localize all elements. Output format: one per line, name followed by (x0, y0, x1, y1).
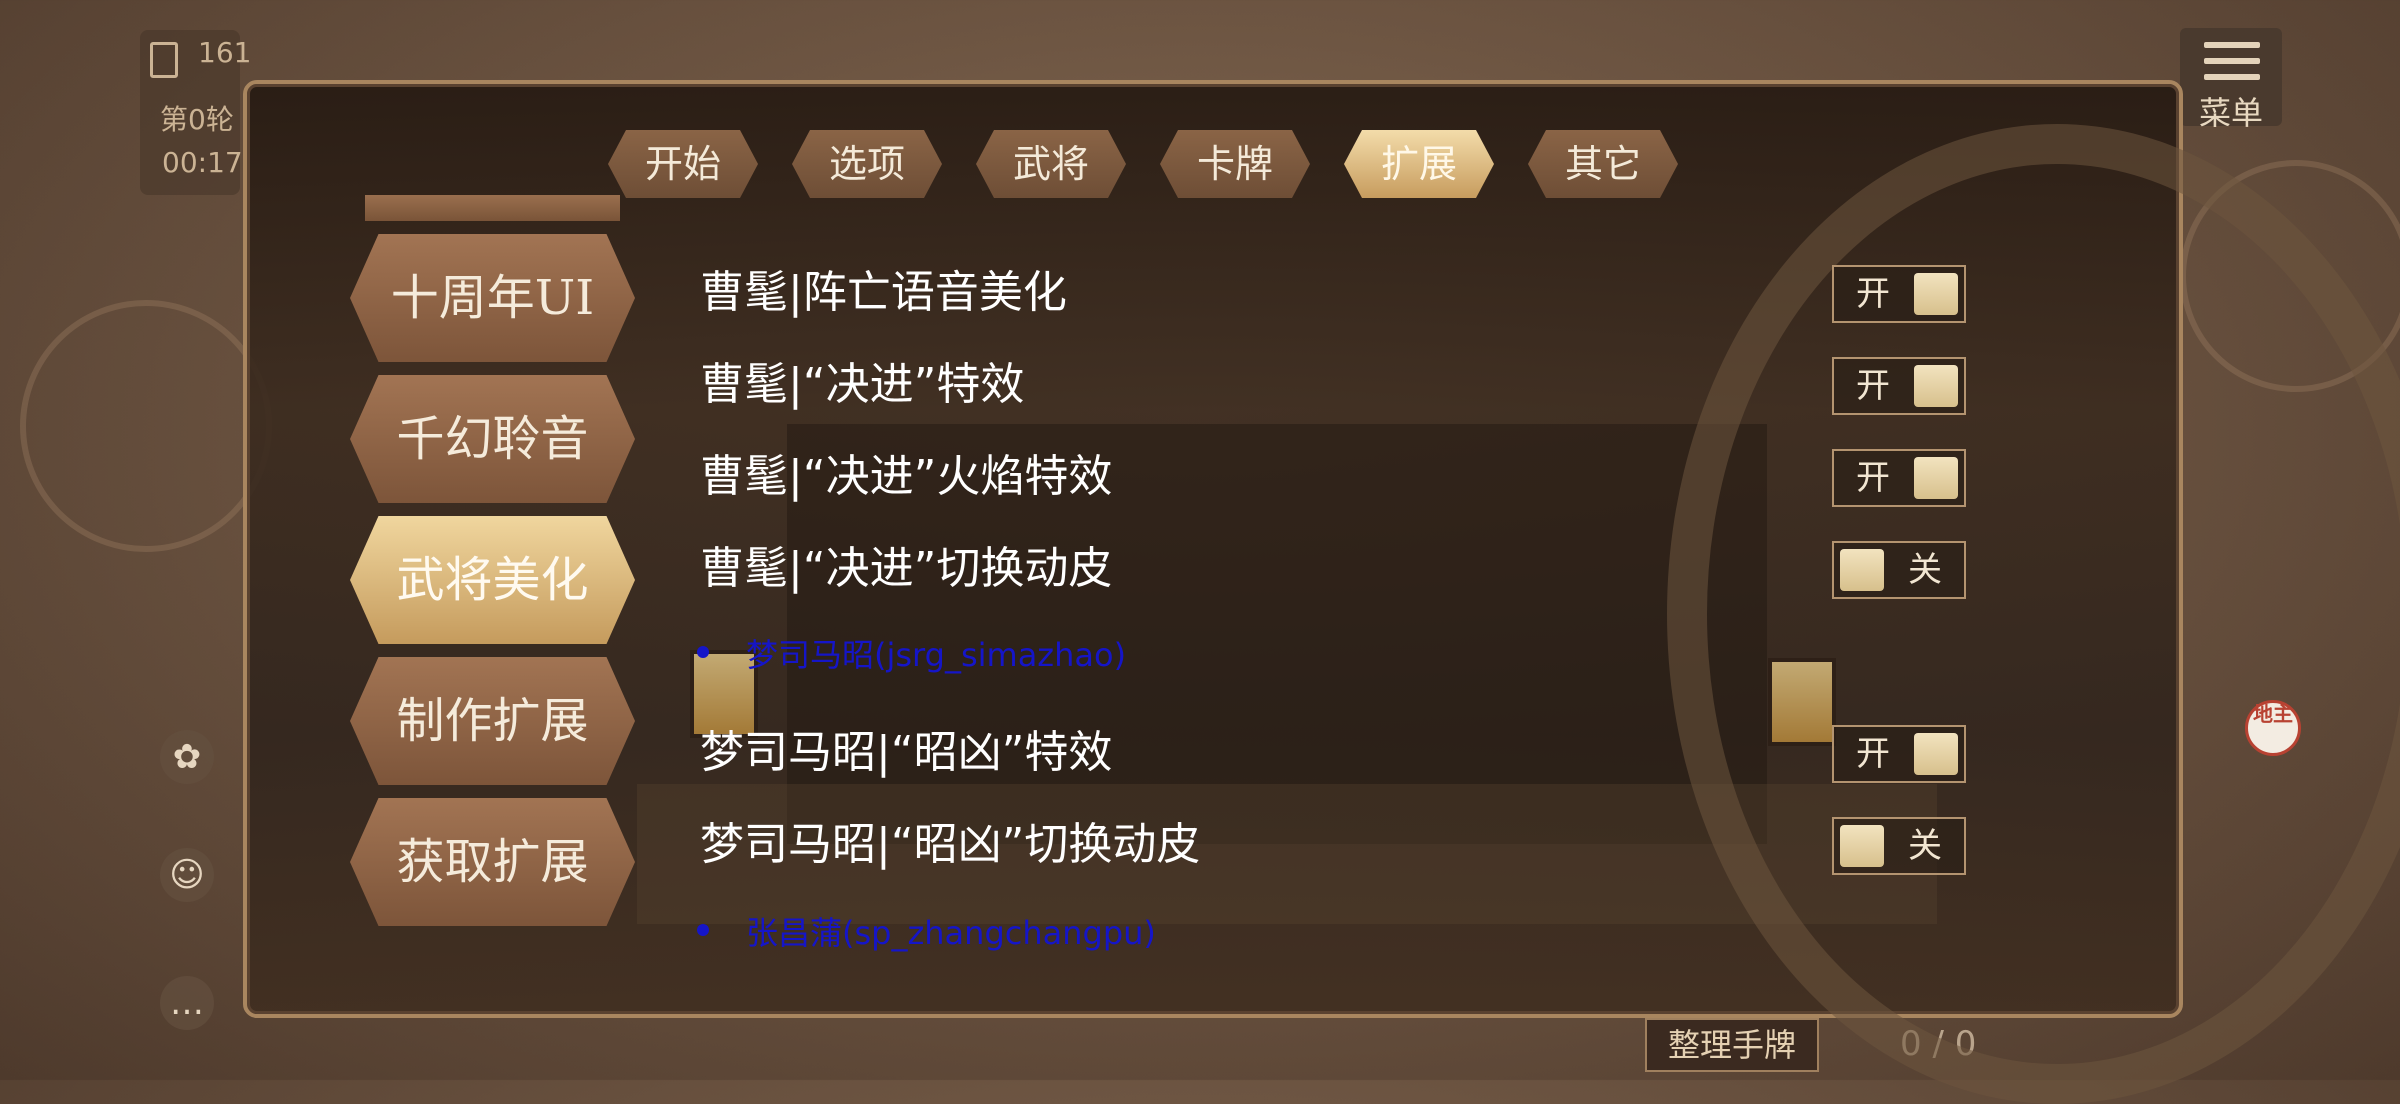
option-toggle[interactable]: 开 (1832, 265, 1966, 323)
toggle-knob (1914, 273, 1958, 315)
timer: 00:17 (162, 146, 243, 179)
general-link[interactable]: 梦司马昭(jsrg_simazhao) (746, 630, 1126, 676)
menu-label: 菜单 (2198, 94, 2263, 132)
tab-others[interactable]: 其它 (1528, 130, 1678, 198)
option-label: 曹髦|“决进”切换动皮 (700, 543, 1113, 594)
option-label: 梦司马昭|“昭凶”切换动皮 (700, 819, 1201, 870)
left-tab-make-extension[interactable]: 制作扩展 (350, 657, 635, 785)
room-arch (1667, 124, 2400, 1104)
left-tab-get-extension[interactable]: 获取扩展 (350, 798, 635, 926)
deck-icon (150, 42, 178, 78)
toggle-knob (1840, 825, 1884, 867)
chat-icon[interactable]: … (160, 976, 214, 1030)
tab-start[interactable]: 开始 (608, 130, 758, 198)
toggle-knob (1840, 549, 1884, 591)
toggle-knob (1914, 733, 1958, 775)
option-label: 曹髦|“决进”火焰特效 (700, 451, 1113, 502)
list-bullet (697, 924, 709, 936)
round-label: 第0轮 (160, 103, 234, 136)
organize-hand-button[interactable]: 整理手牌 (1645, 1018, 1819, 1072)
tab-extensions[interactable]: 扩展 (1344, 130, 1494, 198)
toggle-state: 开 (1856, 274, 1890, 314)
tab-cards[interactable]: 卡牌 (1160, 130, 1310, 198)
toggle-knob (1914, 457, 1958, 499)
toggle-state: 关 (1908, 550, 1942, 590)
emoji-icon[interactable]: ☺ (160, 848, 214, 902)
option-toggle[interactable]: 开 (1832, 725, 1966, 783)
option-label: 曹髦|“决进”特效 (700, 359, 1025, 410)
rose-icon[interactable]: ✿ (160, 730, 214, 784)
toggle-knob (1914, 365, 1958, 407)
list-bullet (697, 646, 709, 658)
lantern-decoration (1768, 658, 1836, 746)
tab-options[interactable]: 选项 (792, 130, 942, 198)
toggle-state: 开 (1856, 734, 1890, 774)
option-label: 曹髦|阵亡语音美化 (700, 267, 1067, 318)
toggle-state: 开 (1856, 458, 1890, 498)
menu-icon-bar (2204, 74, 2260, 80)
option-toggle[interactable]: 开 (1832, 449, 1966, 507)
general-link[interactable]: 张昌蒲(sp_zhangchangpu) (746, 908, 1156, 954)
toggle-state: 关 (1908, 826, 1942, 866)
game-status-panel: 161 第0轮 00:17 (140, 30, 251, 195)
background-swirl (20, 300, 272, 552)
menu-icon-bar (2204, 58, 2260, 64)
card-count: 161 (198, 36, 252, 69)
tab-generals[interactable]: 武将 (976, 130, 1126, 198)
menu-icon (2204, 42, 2260, 48)
option-label: 梦司马昭|“昭凶”特效 (700, 727, 1113, 778)
menu-button[interactable]: 菜单 (2180, 28, 2282, 132)
left-tab-qianhuan[interactable]: 千幻聆音 (350, 375, 635, 503)
toggle-state: 开 (1856, 366, 1890, 406)
option-toggle[interactable]: 关 (1832, 817, 1966, 875)
left-tab-scroll-edge (365, 195, 620, 221)
option-toggle[interactable]: 开 (1832, 357, 1966, 415)
left-tab-general-beautify[interactable]: 武将美化 (350, 516, 635, 644)
left-tab-decade-ui[interactable]: 十周年UI (350, 234, 635, 362)
option-toggle[interactable]: 关 (1832, 541, 1966, 599)
